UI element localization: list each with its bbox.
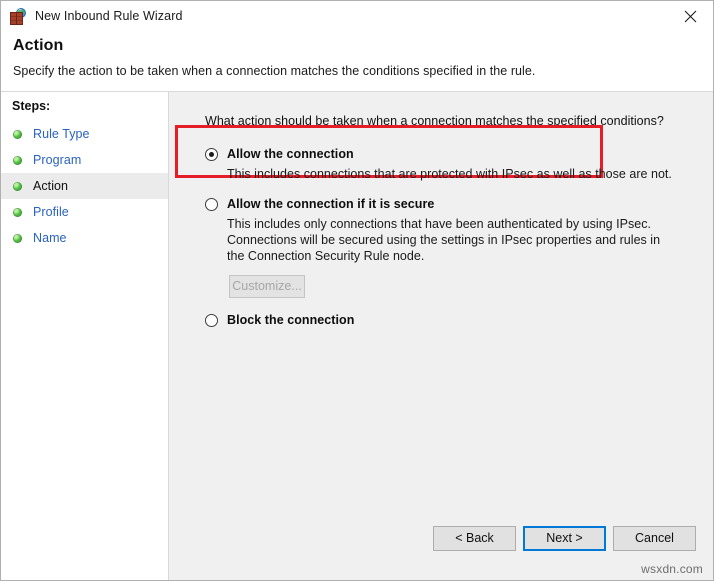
- close-icon[interactable]: [667, 1, 713, 31]
- option-title: Allow the connection if it is secure: [227, 197, 435, 211]
- sidebar-item-label: Profile: [33, 205, 69, 219]
- question-label: What action should be taken when a conne…: [205, 114, 664, 128]
- content-pane: What action should be taken when a conne…: [169, 92, 713, 580]
- sidebar-item-program[interactable]: Program: [1, 147, 168, 173]
- option-description: This includes connections that are prote…: [227, 167, 672, 181]
- page-title: Action: [13, 37, 64, 54]
- action-options-group: What action should be taken when a conne…: [169, 92, 713, 508]
- page-subtitle: Specify the action to be taken when a co…: [13, 64, 536, 78]
- sidebar-item-label: Rule Type: [33, 127, 90, 141]
- option-description: This includes only connections that have…: [227, 217, 661, 263]
- body-split: Steps: Rule Type Program Action Profile …: [1, 92, 713, 580]
- option-title: Block the connection: [227, 313, 355, 327]
- option-allow-the-connection-if-it-is-secure[interactable]: Allow the connection if it is secure Thi…: [205, 196, 691, 298]
- sidebar-item-profile[interactable]: Profile: [1, 199, 168, 225]
- radio-allow-the-connection[interactable]: [205, 148, 218, 161]
- sidebar-item-action[interactable]: Action: [1, 173, 168, 199]
- new-inbound-rule-wizard-window: New Inbound Rule Wizard Action Specify t…: [0, 0, 714, 581]
- option-block-the-connection[interactable]: Block the connection: [205, 312, 691, 329]
- steps-sidebar: Steps: Rule Type Program Action Profile …: [1, 92, 169, 580]
- sidebar-item-name[interactable]: Name: [1, 225, 168, 251]
- step-bullet-icon: [13, 181, 22, 191]
- sidebar-item-label: Action: [33, 179, 69, 193]
- option-allow-the-connection[interactable]: Allow the connection This includes conne…: [205, 146, 691, 182]
- sidebar-item-label: Name: [33, 231, 67, 245]
- step-bullet-icon: [13, 155, 22, 165]
- next-button[interactable]: Next >: [523, 526, 606, 551]
- step-bullet-icon: [13, 207, 22, 217]
- cancel-button[interactable]: Cancel: [613, 526, 696, 551]
- sidebar-item-label: Program: [33, 153, 82, 167]
- firewall-globe-icon: [10, 7, 27, 25]
- page-header: Action Specify the action to be taken wh…: [1, 31, 713, 92]
- watermark: wsxdn.com: [641, 562, 703, 576]
- window-title: New Inbound Rule Wizard: [35, 9, 183, 23]
- radio-allow-the-connection-if-it-is-secure[interactable]: [205, 198, 218, 211]
- step-bullet-icon: [13, 233, 22, 243]
- wizard-footer: < Back Next > Cancel wsxdn.com: [169, 508, 713, 580]
- title-bar: New Inbound Rule Wizard: [1, 1, 713, 31]
- customize-button[interactable]: Customize...: [229, 275, 305, 298]
- radio-block-the-connection[interactable]: [205, 314, 218, 327]
- sidebar-item-rule-type[interactable]: Rule Type: [1, 121, 168, 147]
- option-title: Allow the connection: [227, 147, 354, 161]
- back-button[interactable]: < Back: [433, 526, 516, 551]
- step-bullet-icon: [13, 129, 22, 139]
- steps-heading: Steps:: [12, 99, 51, 113]
